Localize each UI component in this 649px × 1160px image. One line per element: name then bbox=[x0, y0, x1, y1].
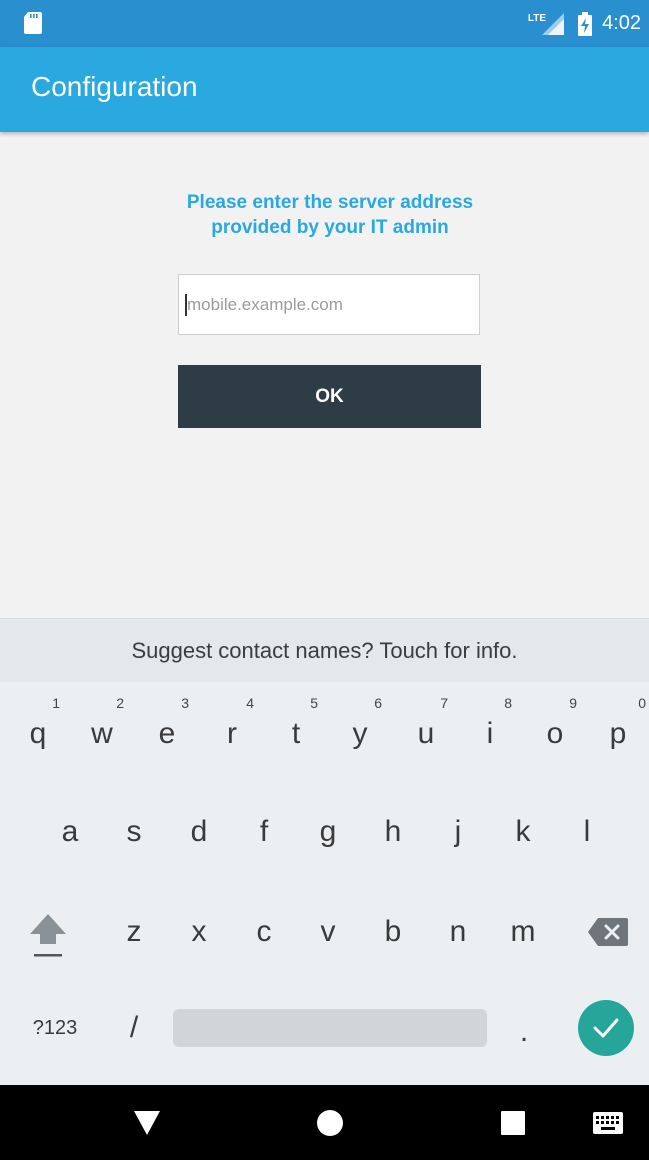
key-period[interactable]: . bbox=[494, 1004, 554, 1060]
key-q[interactable]: q1 bbox=[8, 696, 68, 762]
key-hint: 0 bbox=[638, 695, 646, 711]
recents-square-icon bbox=[501, 1110, 525, 1135]
key-o[interactable]: o9 bbox=[525, 696, 585, 762]
server-address-input[interactable] bbox=[178, 274, 480, 335]
shift-key[interactable] bbox=[18, 902, 78, 958]
key-g[interactable]: g bbox=[298, 804, 358, 860]
configuration-form: Please enter the server address provided… bbox=[0, 132, 649, 616]
recents-button[interactable] bbox=[488, 1085, 538, 1160]
spacebar[interactable] bbox=[173, 1009, 487, 1047]
ok-button[interactable]: OK bbox=[178, 365, 481, 428]
key-m[interactable]: m bbox=[493, 904, 553, 960]
keyboard-icon bbox=[593, 1111, 623, 1134]
keyboard-switch-button[interactable] bbox=[583, 1085, 633, 1160]
key-label: e bbox=[158, 717, 176, 750]
key-label: y bbox=[352, 717, 368, 750]
key-k[interactable]: k bbox=[493, 804, 553, 860]
key-e[interactable]: e3 bbox=[137, 696, 197, 762]
key-hint: 8 bbox=[504, 695, 512, 711]
home-button[interactable] bbox=[305, 1085, 355, 1160]
app-bar: Configuration bbox=[0, 47, 649, 132]
back-button[interactable] bbox=[122, 1085, 172, 1160]
key-s[interactable]: s bbox=[104, 804, 164, 860]
key-hint: 1 bbox=[52, 695, 60, 711]
key-b[interactable]: b bbox=[363, 904, 423, 960]
key-u[interactable]: u7 bbox=[396, 696, 456, 762]
back-triangle-icon bbox=[134, 1110, 160, 1135]
key-h[interactable]: h bbox=[363, 804, 423, 860]
key-label: q bbox=[29, 717, 47, 750]
key-hint: 5 bbox=[310, 695, 318, 711]
key-hint: 9 bbox=[569, 695, 577, 711]
key-label: p bbox=[609, 717, 627, 750]
key-i[interactable]: i8 bbox=[460, 696, 520, 762]
backspace-key[interactable] bbox=[578, 904, 638, 960]
server-prompt: Please enter the server address provided… bbox=[186, 192, 474, 238]
shift-arrow-icon bbox=[30, 914, 66, 957]
symbols-key[interactable]: ?123 bbox=[20, 1000, 90, 1056]
page-title: Configuration bbox=[31, 71, 198, 102]
suggestion-strip[interactable]: Suggest contact names? Touch for info. bbox=[0, 618, 649, 683]
enter-key[interactable] bbox=[578, 1000, 634, 1056]
home-circle-icon bbox=[317, 1109, 343, 1136]
key-n[interactable]: n bbox=[428, 904, 488, 960]
status-bar: LTE 4:02 bbox=[0, 0, 649, 47]
key-c[interactable]: c bbox=[234, 904, 294, 960]
key-label: i bbox=[486, 717, 494, 750]
key-label: r bbox=[227, 717, 237, 750]
sd-card-icon bbox=[24, 12, 42, 34]
key-hint: 4 bbox=[246, 695, 254, 711]
key-label: t bbox=[291, 717, 301, 750]
key-l[interactable]: l bbox=[557, 804, 617, 860]
key-label: o bbox=[546, 717, 564, 750]
key-d[interactable]: d bbox=[169, 804, 229, 860]
key-y[interactable]: y6 bbox=[330, 696, 390, 762]
key-label: w bbox=[91, 717, 113, 750]
navigation-bar bbox=[0, 1085, 649, 1160]
key-f[interactable]: f bbox=[234, 804, 294, 860]
checkmark-icon bbox=[593, 1018, 619, 1038]
key-w[interactable]: w2 bbox=[72, 696, 132, 762]
key-v[interactable]: v bbox=[298, 904, 358, 960]
key-z[interactable]: z bbox=[104, 904, 164, 960]
key-hint: 2 bbox=[116, 695, 124, 711]
key-x[interactable]: x bbox=[169, 904, 229, 960]
battery-charging-icon bbox=[578, 11, 593, 36]
key-j[interactable]: j bbox=[428, 804, 488, 860]
key-t[interactable]: t5 bbox=[266, 696, 326, 762]
key-r[interactable]: r4 bbox=[202, 696, 262, 762]
soft-keyboard: q1 w2 e3 r4 t5 y6 u7 i8 o9 p0 a s d f g … bbox=[0, 682, 649, 1085]
key-hint: 7 bbox=[440, 695, 448, 711]
key-hint: 3 bbox=[181, 695, 189, 711]
key-label: u bbox=[417, 717, 435, 750]
key-p[interactable]: p0 bbox=[588, 696, 648, 762]
key-hint: 6 bbox=[374, 695, 382, 711]
clock: 4:02 bbox=[602, 12, 641, 34]
key-slash[interactable]: / bbox=[104, 1000, 164, 1056]
text-caret bbox=[185, 294, 187, 316]
backspace-icon bbox=[588, 918, 628, 946]
key-a[interactable]: a bbox=[40, 804, 100, 860]
signal-icon bbox=[542, 12, 565, 35]
